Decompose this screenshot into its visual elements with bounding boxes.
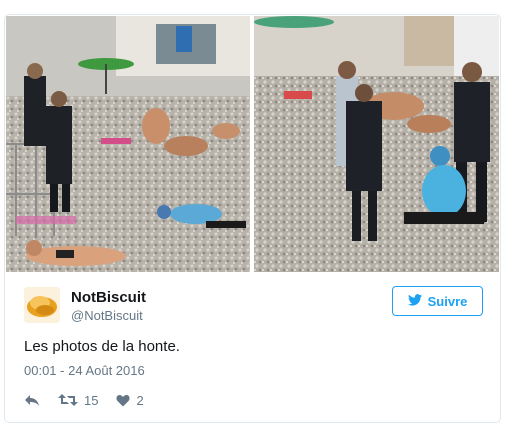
author-avatar[interactable] [24, 287, 60, 323]
follow-button[interactable]: Suivre [392, 286, 483, 316]
like-button[interactable]: 2 [116, 392, 144, 408]
tweet-actions: 15 2 [24, 391, 162, 409]
tweet-timestamp[interactable]: 00:01 - 24 Août 2016 [24, 363, 145, 378]
retweet-icon [58, 393, 78, 407]
reply-button[interactable] [24, 393, 40, 407]
tweet-photo-2[interactable] [254, 16, 499, 272]
bird-icon [407, 293, 422, 309]
author-name[interactable]: NotBiscuit [71, 289, 146, 306]
author-handle[interactable]: @NotBiscuit [71, 308, 143, 323]
reply-icon [24, 393, 40, 407]
tweet-photo-1[interactable] [6, 16, 250, 272]
retweet-count: 15 [84, 392, 99, 408]
tweet-media[interactable] [6, 16, 499, 272]
tweet-text: Les photos de la honte. [24, 338, 180, 355]
like-count: 2 [136, 392, 144, 408]
tweet-card: NotBiscuit @NotBiscuit Suivre Les photos… [4, 14, 501, 423]
heart-icon [116, 394, 131, 407]
follow-label: Suivre [427, 293, 468, 309]
retweet-button[interactable]: 15 [58, 393, 98, 408]
